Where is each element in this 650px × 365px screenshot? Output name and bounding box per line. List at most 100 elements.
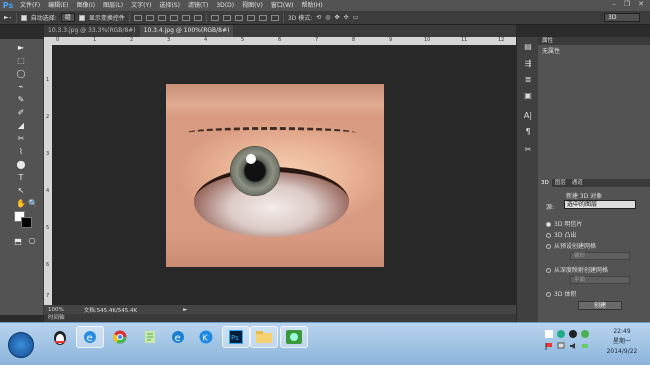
crop-tool[interactable]: ✎	[15, 93, 27, 105]
3d-pan-icon[interactable]: ✥	[335, 14, 340, 21]
menu-view[interactable]: 视图(V)	[238, 0, 267, 11]
eraser-tool[interactable]: ✂	[15, 132, 27, 144]
marquee-tool[interactable]: ⬚	[15, 54, 27, 66]
3d-roll-icon[interactable]: ◎	[325, 14, 330, 21]
start-button[interactable]	[8, 332, 34, 358]
create-button[interactable]: 创建	[578, 301, 622, 310]
show-transform-checkbox[interactable]	[78, 14, 85, 21]
radio-icon[interactable]	[546, 222, 551, 227]
tab-layers[interactable]: 图层	[552, 179, 569, 187]
ie-icon[interactable]: e	[164, 326, 192, 348]
path-selection-tool[interactable]: ↖	[15, 184, 27, 196]
timeline-panel-tab[interactable]: 时间轴	[44, 314, 516, 322]
screen-mode-icon[interactable]: ⎔	[26, 235, 38, 247]
status-menu-arrow[interactable]: ►	[183, 307, 187, 313]
chrome-icon[interactable]	[106, 326, 134, 348]
type-tool[interactable]: T	[15, 171, 27, 183]
kugou-icon[interactable]: K	[192, 326, 220, 348]
magic-wand-tool[interactable]: ⌁	[15, 80, 27, 92]
clone-stamp-tool[interactable]: ◢	[15, 119, 27, 131]
align-middle-icon[interactable]	[145, 14, 154, 21]
layers-icon[interactable]: ▣	[522, 89, 534, 101]
radio-icon[interactable]	[546, 268, 551, 273]
distribute-bottom-icon[interactable]	[234, 14, 243, 21]
depth-dropdown[interactable]: 平面	[570, 276, 630, 284]
tray-flag-icon[interactable]	[545, 342, 553, 350]
move-tool[interactable]: ►	[15, 41, 27, 53]
internet-explorer-icon[interactable]: e	[76, 326, 104, 348]
background-color-swatch[interactable]	[21, 217, 32, 228]
tray-volume-icon[interactable]	[569, 342, 577, 350]
tab-channels[interactable]: 通道	[569, 179, 586, 187]
tray-ime-icon[interactable]	[545, 330, 553, 338]
menu-help[interactable]: 帮助(H)	[298, 0, 327, 11]
zoom-level[interactable]: 100%	[48, 307, 64, 313]
menu-type[interactable]: 文字(Y)	[127, 0, 155, 11]
tray-qq-icon[interactable]	[569, 330, 577, 338]
brush-tool[interactable]: ✐	[15, 106, 27, 118]
align-top-icon[interactable]	[133, 14, 142, 21]
tray-power-icon[interactable]	[581, 342, 589, 350]
preset-dropdown[interactable]: 锥形	[570, 252, 630, 260]
menu-select[interactable]: 选择(S)	[155, 0, 184, 11]
source-dropdown[interactable]: 选中的图层	[564, 200, 636, 209]
tray-security-icon[interactable]	[581, 330, 589, 338]
photoshop-taskbar-icon[interactable]: Ps	[222, 326, 250, 348]
tab-3d[interactable]: 3D	[538, 179, 552, 187]
menu-edit[interactable]: 编辑(E)	[44, 0, 72, 11]
distribute-middle-icon[interactable]	[222, 14, 231, 21]
qq-icon[interactable]	[46, 326, 74, 348]
radio-icon[interactable]	[546, 233, 551, 238]
option-3d-postcard[interactable]: 3D 明信片	[546, 219, 582, 228]
3d-rotate-icon[interactable]: ⟲	[316, 14, 321, 21]
blur-tool[interactable]: ⌇	[15, 145, 27, 157]
option-mesh-from-preset[interactable]: 从预设创建网格	[546, 241, 596, 250]
character-icon[interactable]: A|	[522, 109, 534, 121]
menu-3d[interactable]: 3D(D)	[212, 0, 238, 11]
menu-image[interactable]: 图像(I)	[73, 0, 99, 11]
paragraph-icon[interactable]: ¶	[522, 125, 534, 137]
lasso-tool[interactable]: ◯	[15, 67, 27, 79]
distribute-center-icon[interactable]	[258, 14, 267, 21]
hand-tool[interactable]: ✋	[15, 197, 27, 209]
option-3d-volume[interactable]: 3D 体积	[546, 289, 576, 298]
minimize-button[interactable]: –	[612, 0, 616, 8]
dodge-tool[interactable]: ⬤	[15, 158, 27, 170]
move-tool-icon[interactable]: ►₊	[4, 14, 12, 21]
adjustments-icon[interactable]: ≣	[522, 73, 534, 85]
tray-network-icon[interactable]	[557, 342, 565, 350]
align-center-icon[interactable]	[181, 14, 190, 21]
align-right-icon[interactable]	[193, 14, 202, 21]
close-button[interactable]: ✕	[638, 0, 644, 8]
taskbar-clock[interactable]: 22:49 星期一 2014/9/22	[602, 327, 642, 357]
tray-app-icon[interactable]	[557, 330, 565, 338]
notepad-icon[interactable]	[136, 326, 164, 348]
distribute-top-icon[interactable]	[210, 14, 219, 21]
tab-doc-10-3-3[interactable]: 10.3.3.jpg @ 33.3%(RGB/8#)	[44, 25, 140, 37]
menu-filter[interactable]: 滤镜(T)	[184, 0, 212, 11]
3d-scale-icon[interactable]: ▭	[353, 14, 359, 21]
workspace-dropdown[interactable]: 3D	[604, 13, 640, 22]
align-left-icon[interactable]	[169, 14, 178, 21]
option-3d-extrusion[interactable]: 3D 凸出	[546, 230, 576, 239]
menu-layer[interactable]: 图层(L)	[99, 0, 127, 11]
align-bottom-icon[interactable]	[157, 14, 166, 21]
radio-icon[interactable]	[546, 244, 551, 249]
properties-header[interactable]: 属性	[538, 37, 650, 45]
distribute-left-icon[interactable]	[246, 14, 255, 21]
auto-select-checkbox[interactable]	[20, 14, 27, 21]
3d-slide-icon[interactable]: ✣	[344, 14, 349, 21]
restore-button[interactable]: ❐	[624, 0, 630, 8]
auto-select-dropdown[interactable]: 组	[60, 13, 75, 22]
tool-presets-icon[interactable]: ✂	[522, 143, 534, 155]
actions-icon[interactable]: ⇶	[522, 57, 534, 69]
zoom-tool[interactable]: 🔍	[27, 197, 39, 209]
tab-doc-10-3-4[interactable]: 10.3.4.jpg @ 100%(RGB/8#)	[139, 25, 234, 37]
radio-icon[interactable]	[546, 292, 551, 297]
option-mesh-from-depth[interactable]: 从深度映射创建网格	[546, 265, 608, 274]
history-icon[interactable]: ▤	[522, 40, 534, 52]
quick-mask-icon[interactable]: ⬒	[12, 235, 24, 247]
file-explorer-icon[interactable]	[250, 326, 278, 348]
media-player-icon[interactable]	[280, 326, 308, 348]
menu-window[interactable]: 窗口(W)	[267, 0, 298, 11]
